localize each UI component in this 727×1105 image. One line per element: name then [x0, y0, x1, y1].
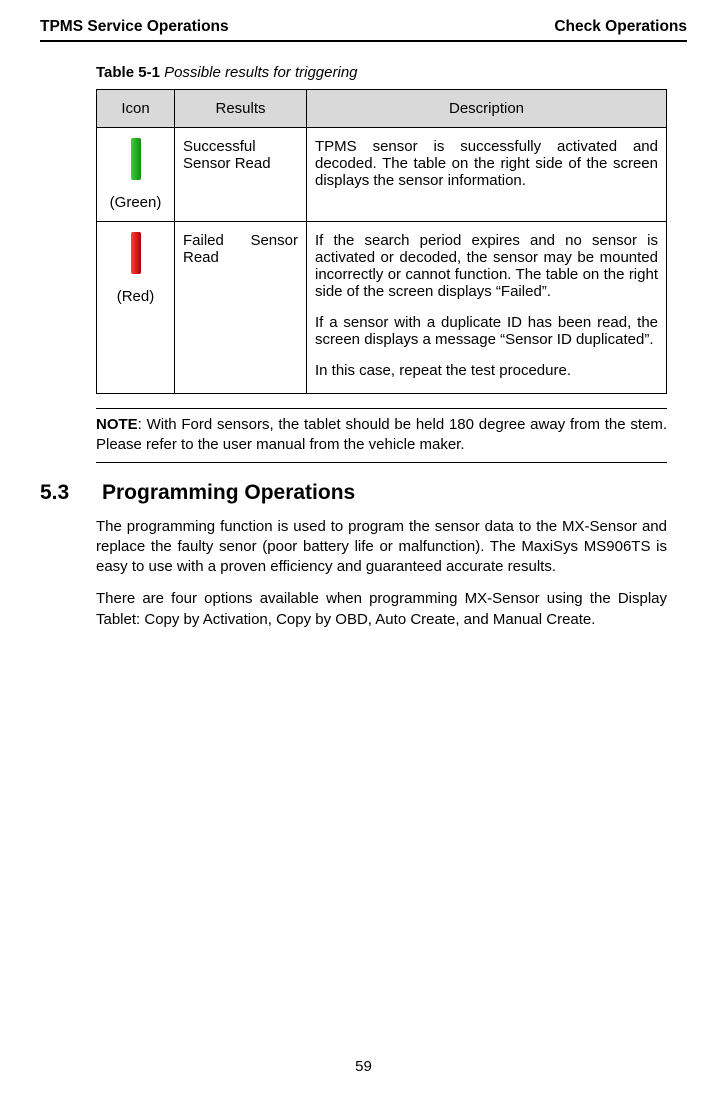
- result-cell-green: Successful Sensor Read: [175, 128, 307, 222]
- red-bar-icon: [131, 232, 141, 274]
- note-label: NOTE: [96, 416, 138, 433]
- section-title: Programming Operations: [102, 481, 355, 505]
- table-row: (Red) Failed Sensor Read If the search p…: [97, 222, 667, 394]
- desc-red-p3: In this case, repeat the test procedure.: [315, 362, 658, 379]
- result-cell-red: Failed Sensor Read: [175, 222, 307, 394]
- note-divider-bottom: [96, 462, 667, 463]
- table-caption: Table 5-1 Possible results for triggerin…: [96, 64, 687, 81]
- desc-green-p1: TPMS sensor is successfully activated an…: [315, 138, 658, 189]
- th-icon: Icon: [97, 90, 175, 128]
- icon-cell-red: (Red): [97, 222, 175, 394]
- icon-cell-green: (Green): [97, 128, 175, 222]
- green-bar-icon: [131, 138, 141, 180]
- header-right: Check Operations: [554, 18, 687, 36]
- section-number: 5.3: [40, 481, 80, 505]
- table-row: (Green) Successful Sensor Read TPMS sens…: [97, 128, 667, 222]
- page-header: TPMS Service Operations Check Operations: [40, 18, 687, 40]
- desc-red-p1: If the search period expires and no sens…: [315, 232, 658, 300]
- th-results: Results: [175, 90, 307, 128]
- note-block: NOTE: With Ford sensors, the tablet shou…: [96, 415, 667, 456]
- icon-label-green: (Green): [105, 194, 166, 211]
- body-paragraph-2: There are four options available when pr…: [96, 589, 667, 630]
- icon-label-red: (Red): [105, 288, 166, 305]
- header-divider: [40, 40, 687, 42]
- note-text: : With Ford sensors, the tablet should b…: [96, 416, 667, 453]
- results-table: Icon Results Description (Green) Success…: [96, 89, 667, 394]
- desc-cell-red: If the search period expires and no sens…: [307, 222, 667, 394]
- note-divider-top: [96, 408, 667, 409]
- table-header-row: Icon Results Description: [97, 90, 667, 128]
- table-caption-text: Possible results for triggering: [160, 64, 358, 81]
- page-number: 59: [0, 1058, 727, 1075]
- header-left: TPMS Service Operations: [40, 18, 229, 36]
- desc-cell-green: TPMS sensor is successfully activated an…: [307, 128, 667, 222]
- body-paragraph-1: The programming function is used to prog…: [96, 517, 667, 578]
- desc-red-p2: If a sensor with a duplicate ID has been…: [315, 314, 658, 348]
- section-heading: 5.3 Programming Operations: [40, 481, 687, 505]
- table-caption-label: Table 5-1: [96, 64, 160, 81]
- th-description: Description: [307, 90, 667, 128]
